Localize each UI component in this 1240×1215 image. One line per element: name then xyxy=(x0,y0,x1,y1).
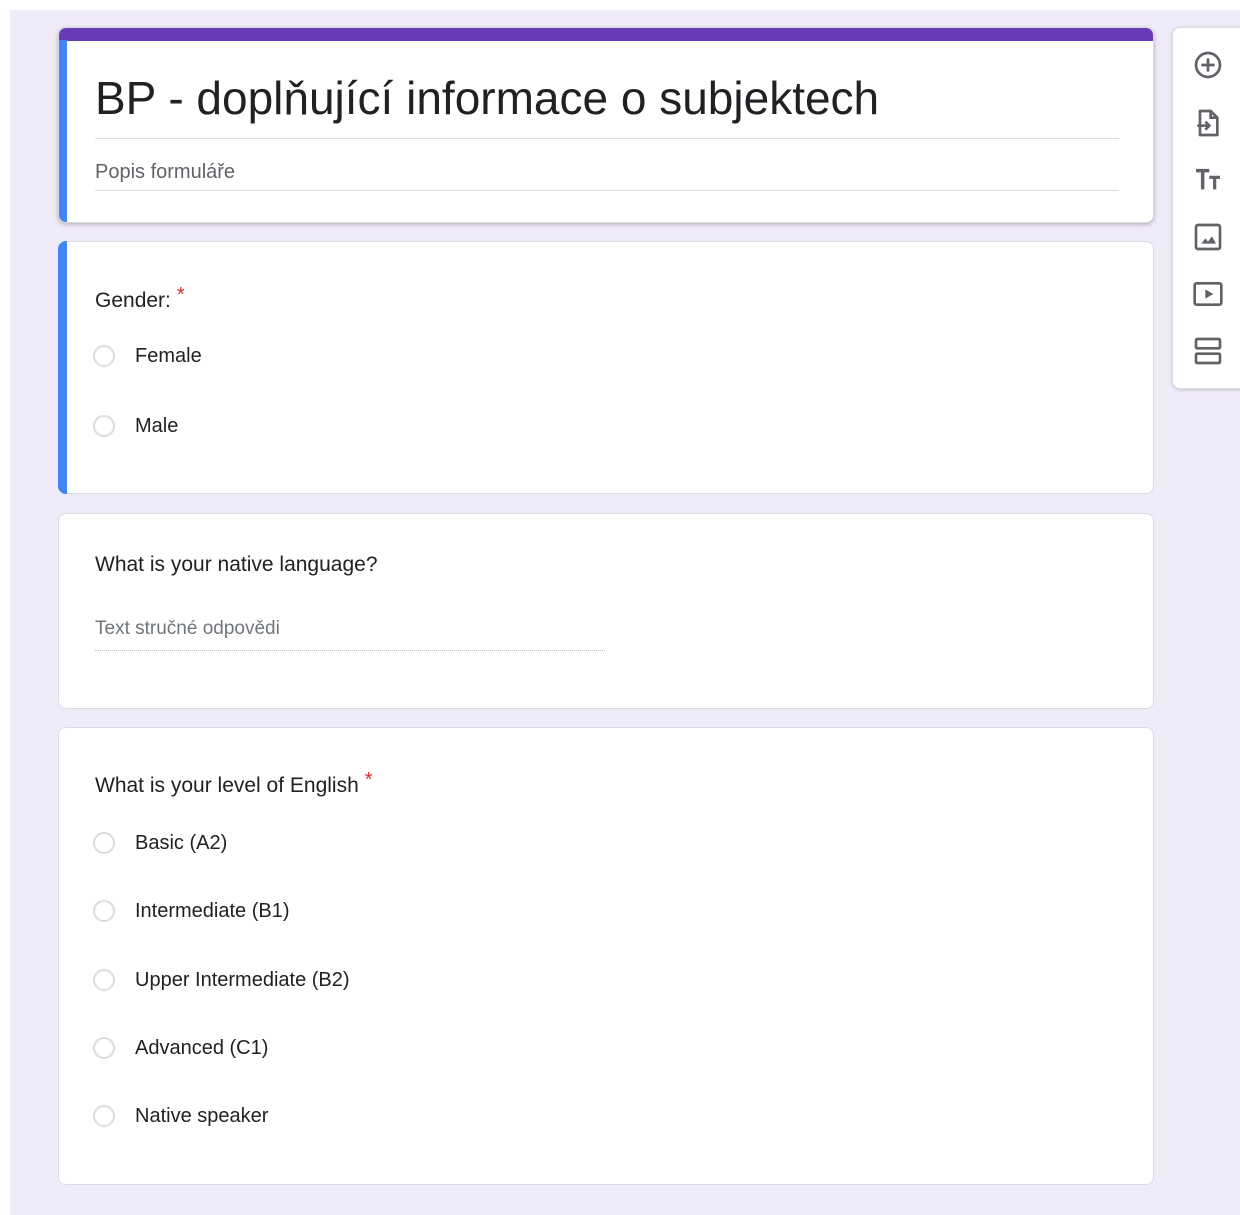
add-image-icon xyxy=(1194,223,1222,251)
option-female[interactable]: Female xyxy=(93,339,202,373)
option-upper-intermediate-b2[interactable]: Upper Intermediate (B2) xyxy=(93,963,350,997)
question-title: Gender: * xyxy=(95,281,185,315)
add-section-button[interactable] xyxy=(1190,333,1226,369)
option-basic-a2[interactable]: Basic (A2) xyxy=(93,826,227,860)
add-question-icon xyxy=(1194,51,1222,79)
form-title[interactable]: BP - doplňující informace o subjektech xyxy=(95,70,1119,139)
question-title-text: Gender: xyxy=(95,289,171,312)
option-male[interactable]: Male xyxy=(93,409,178,443)
question-title: What is your level of English * xyxy=(95,766,373,800)
import-questions-button[interactable] xyxy=(1190,105,1226,141)
option-label: Intermediate (B1) xyxy=(135,899,290,922)
theme-color-band xyxy=(59,28,1153,41)
question-card-gender[interactable]: Gender: * Female Male xyxy=(58,241,1154,494)
add-video-button[interactable] xyxy=(1190,276,1226,312)
radio-button[interactable] xyxy=(93,900,115,922)
form-header-card[interactable]: BP - doplňující informace o subjektech P… xyxy=(58,27,1154,223)
question-card-native-language[interactable]: What is your native language? xyxy=(58,513,1154,709)
active-card-indicator xyxy=(59,40,67,222)
option-advanced-c1[interactable]: Advanced (C1) xyxy=(93,1031,268,1065)
active-card-indicator xyxy=(58,241,67,494)
radio-button[interactable] xyxy=(93,832,115,854)
add-video-icon xyxy=(1193,282,1223,306)
option-label: Male xyxy=(135,414,179,437)
add-image-button[interactable] xyxy=(1190,219,1226,255)
option-native-speaker[interactable]: Native speaker xyxy=(93,1099,268,1133)
add-section-icon xyxy=(1194,337,1222,365)
radio-button[interactable] xyxy=(93,345,115,367)
option-label: Upper Intermediate (B2) xyxy=(135,968,350,991)
add-title-icon xyxy=(1196,168,1220,190)
option-label: Female xyxy=(135,344,202,367)
option-intermediate-b1[interactable]: Intermediate (B1) xyxy=(93,894,290,928)
add-title-button[interactable] xyxy=(1190,162,1226,198)
question-title-text: What is your level of English xyxy=(95,774,359,797)
side-toolbar xyxy=(1172,27,1240,389)
radio-button[interactable] xyxy=(93,415,115,437)
option-label: Basic (A2) xyxy=(135,831,228,854)
required-mark: * xyxy=(364,769,373,791)
radio-button[interactable] xyxy=(93,969,115,991)
radio-button[interactable] xyxy=(93,1105,115,1127)
option-label: Advanced (C1) xyxy=(135,1036,269,1059)
form-description-field[interactable]: Popis formuláře xyxy=(95,158,1119,191)
question-title: What is your native language? xyxy=(95,553,378,576)
add-question-button[interactable] xyxy=(1190,47,1226,83)
import-questions-icon xyxy=(1197,109,1219,137)
option-label: Native speaker xyxy=(135,1104,269,1127)
radio-button[interactable] xyxy=(93,1037,115,1059)
short-answer-input[interactable] xyxy=(95,618,605,651)
required-mark: * xyxy=(176,284,185,306)
question-card-english-level[interactable]: What is your level of English * Basic (A2… xyxy=(58,727,1154,1185)
